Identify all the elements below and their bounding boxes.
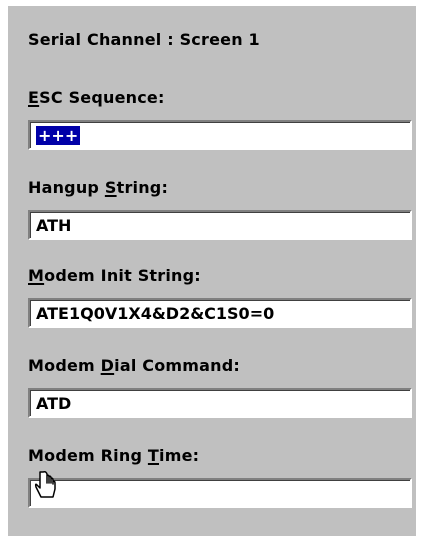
modem-init-string-value: ATE1Q0V1X4&D2&C1S0=0: [36, 304, 275, 323]
hangup-string-label-pre: Hangup: [28, 178, 105, 197]
esc-sequence-value: +++: [36, 126, 81, 145]
modem-dial-command-label-text: ial Command:: [114, 356, 241, 375]
modem-dial-command-input[interactable]: ATD: [28, 388, 412, 418]
screen-title: Serial Channel : Screen 1: [28, 30, 260, 49]
modem-ring-time-label: Modem Ring Time:: [28, 446, 199, 465]
modem-init-string-label-text: odem Init String:: [44, 266, 201, 285]
modem-ring-time-label-mnemonic: T: [147, 446, 160, 465]
esc-sequence-label: ESC Sequence:: [28, 88, 165, 107]
modem-init-string-label-mnemonic: M: [28, 266, 45, 285]
hangup-string-label-mnemonic: S: [104, 178, 117, 197]
hangup-string-label: Hangup String:: [28, 178, 168, 197]
hangup-string-label-text: tring:: [116, 178, 169, 197]
modem-dial-command-label: Modem Dial Command:: [28, 356, 240, 375]
modem-ring-time-label-pre: Modem Ring: [28, 446, 148, 465]
esc-sequence-label-text: SC Sequence:: [39, 88, 165, 107]
modem-ring-time-label-text: ime:: [159, 446, 200, 465]
modem-dial-command-label-mnemonic: D: [100, 356, 115, 375]
esc-sequence-input[interactable]: +++: [28, 120, 412, 150]
modem-init-string-label: Modem Init String:: [28, 266, 201, 285]
modem-init-string-input[interactable]: ATE1Q0V1X4&D2&C1S0=0: [28, 298, 412, 328]
hand-pointer-cursor-icon: [34, 471, 56, 498]
esc-sequence-label-mnemonic: E: [28, 88, 40, 107]
hangup-string-input[interactable]: ATH: [28, 210, 412, 240]
modem-dial-command-label-pre: Modem: [28, 356, 101, 375]
hangup-string-value: ATH: [36, 216, 72, 235]
modem-ring-time-input[interactable]: [28, 478, 412, 508]
modem-dial-command-value: ATD: [36, 394, 72, 413]
